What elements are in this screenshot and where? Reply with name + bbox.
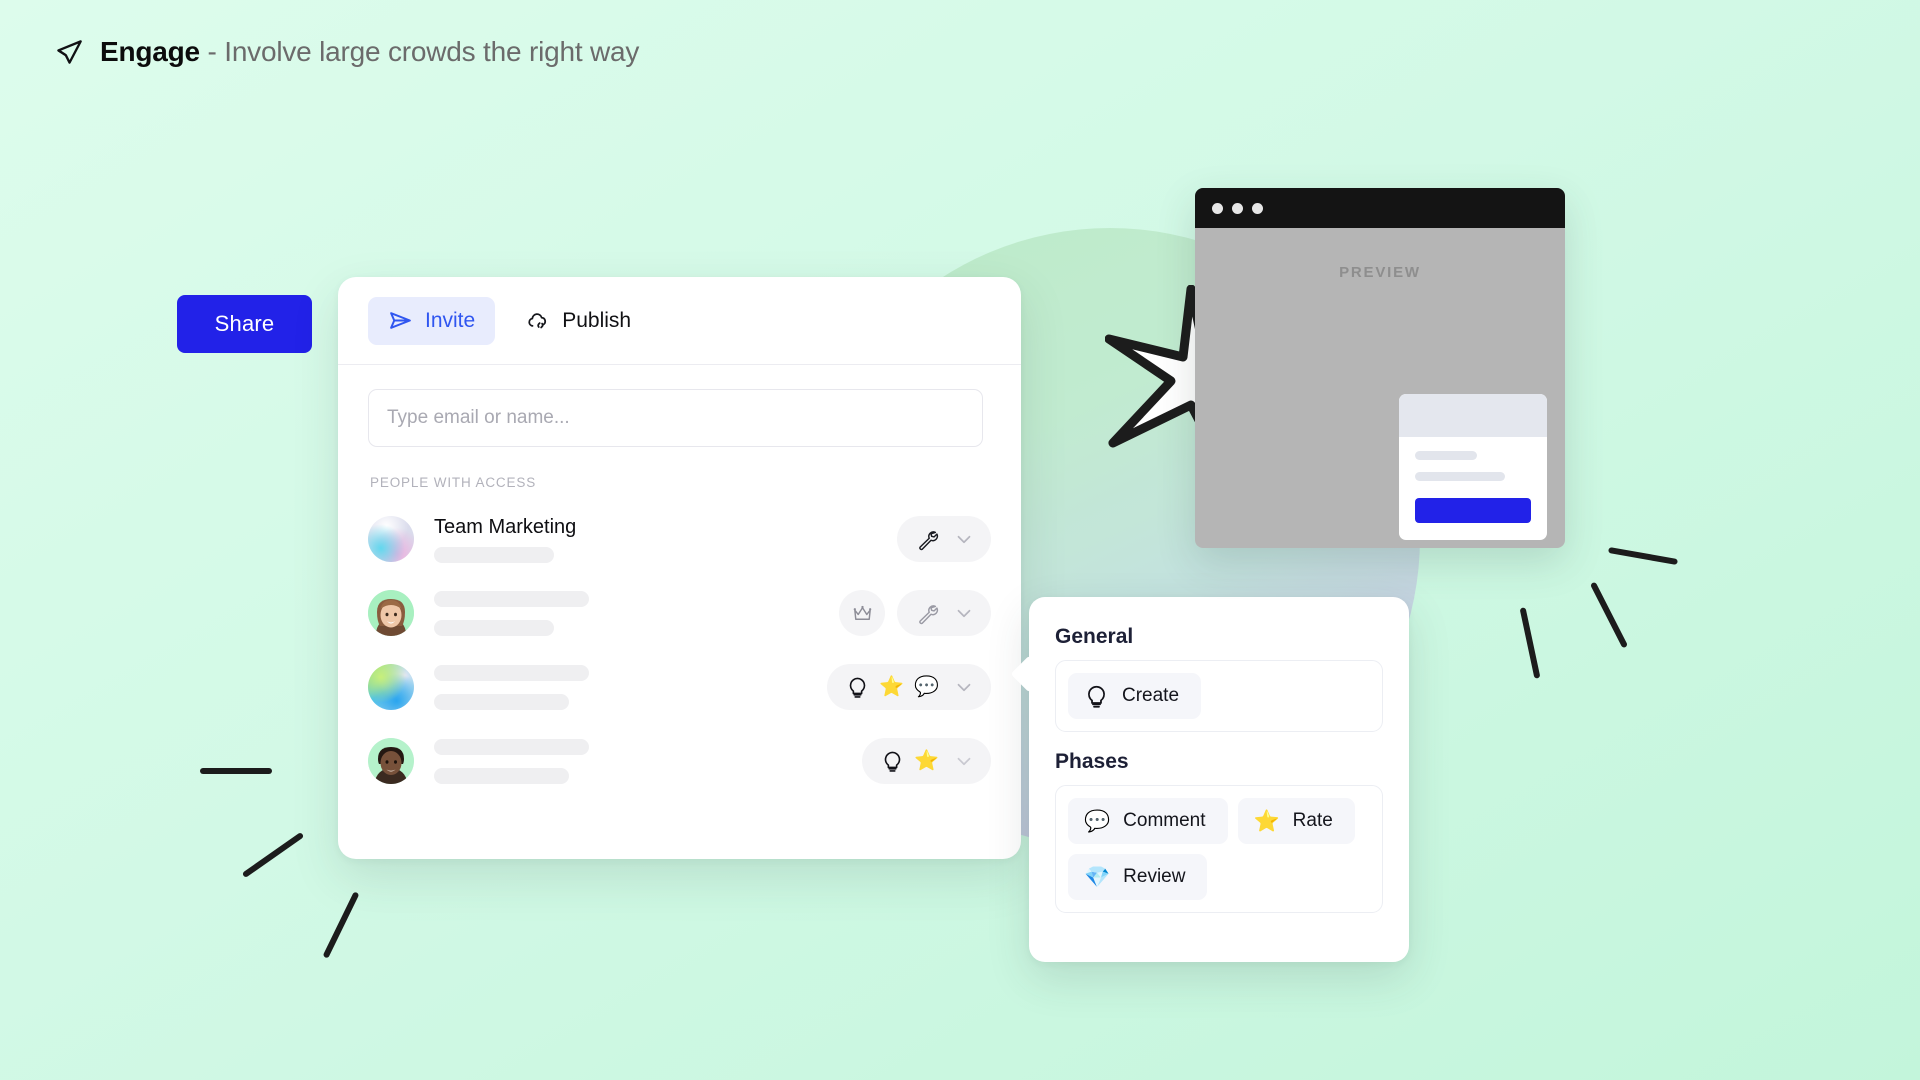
- star-icon: ⭐: [1253, 809, 1280, 833]
- dialog-body: People with access Team Marketing: [338, 365, 1021, 798]
- preview-card-header: [1399, 394, 1547, 437]
- doodle-dash-right-3: [1519, 607, 1541, 679]
- preview-card: [1399, 394, 1547, 540]
- permission-chip[interactable]: [897, 590, 991, 636]
- chevron-down-icon: [957, 609, 971, 618]
- avatar: [368, 590, 414, 636]
- doodle-dash-right-2: [1589, 581, 1629, 649]
- preview-card-body: [1399, 437, 1547, 523]
- wrench-icon: [919, 604, 939, 624]
- permission-option-label: Create: [1122, 685, 1180, 706]
- permission-option-rate[interactable]: ⭐ Rate: [1237, 798, 1355, 844]
- permission-option-label: Comment: [1123, 810, 1206, 831]
- gem-icon: 💎: [1084, 865, 1111, 889]
- permission-option-create[interactable]: Create: [1068, 673, 1202, 719]
- permission-option-review[interactable]: 💎 Review: [1068, 854, 1208, 900]
- window-dot-close[interactable]: [1212, 202, 1223, 214]
- page-header: Engage - Involve large crowds the right …: [52, 32, 639, 72]
- lightbulb-icon: [884, 751, 901, 772]
- permission-option-label: Review: [1123, 866, 1186, 887]
- chevron-down-icon: [957, 535, 971, 544]
- preview-label: PREVIEW: [1339, 264, 1421, 281]
- avatar: [368, 516, 414, 562]
- tab-publish[interactable]: Publish: [505, 297, 651, 345]
- person-info: [434, 738, 862, 784]
- invite-email-input[interactable]: [368, 389, 983, 447]
- person-name: Team Marketing: [434, 516, 577, 538]
- skeleton-line: [434, 619, 554, 636]
- tab-invite[interactable]: Invite: [368, 296, 496, 345]
- avatar: [368, 664, 414, 710]
- skeleton-line: [434, 664, 589, 681]
- skeleton-line: [1415, 451, 1477, 460]
- preview-cta-button[interactable]: [1415, 498, 1531, 523]
- page-title: Engage - Involve large crowds the right …: [100, 35, 639, 69]
- wrench-icon: [919, 530, 939, 550]
- skeleton-line: [434, 590, 589, 607]
- dialog-tab-bar: Invite Publish: [338, 277, 1021, 365]
- row-controls: [839, 590, 991, 636]
- skeleton-line: [434, 738, 589, 755]
- lightbulb-icon: [1088, 685, 1105, 708]
- doodle-dash-left-2: [241, 831, 305, 879]
- avatar: [368, 738, 414, 784]
- preview-body: PREVIEW: [1195, 228, 1565, 548]
- window-dot-minimize[interactable]: [1232, 202, 1243, 214]
- row-controls: ⭐ 💬: [827, 664, 991, 710]
- skeleton-line: [1415, 472, 1505, 481]
- row-controls: [897, 516, 991, 562]
- table-row[interactable]: Team Marketing: [368, 502, 991, 576]
- permission-option-label: Rate: [1292, 810, 1333, 831]
- brand-tagline: - Involve large crowds the right way: [207, 36, 640, 67]
- speech-bubble-icon: 💬: [1084, 809, 1111, 833]
- preview-window: PREVIEW: [1195, 188, 1565, 548]
- send-icon: [390, 312, 411, 329]
- permissions-popover: General Create Phases 💬 Comment ⭐ Rate 💎…: [1029, 597, 1409, 962]
- window-dot-maximize[interactable]: [1252, 202, 1263, 214]
- permission-chip[interactable]: [897, 516, 991, 562]
- skeleton-line: [434, 767, 569, 784]
- phases-heading: Phases: [1055, 750, 1129, 773]
- skeleton-line: [434, 693, 569, 710]
- chevron-down-icon: [957, 757, 971, 766]
- doodle-dash-left-1: [200, 768, 272, 774]
- window-titlebar: [1195, 188, 1565, 228]
- row-controls: ⭐: [862, 738, 991, 784]
- chevron-down-icon: [957, 683, 971, 692]
- speech-bubble-icon: 💬: [914, 676, 939, 698]
- phases-options-group: 💬 Comment ⭐ Rate 💎 Review: [1055, 785, 1383, 913]
- lightbulb-icon: [849, 677, 866, 698]
- people-with-access-label: People with access: [370, 475, 537, 490]
- megaphone-icon: [57, 40, 82, 64]
- general-options-group: Create: [1055, 660, 1383, 732]
- table-row[interactable]: ⭐: [368, 724, 991, 798]
- star-icon: ⭐: [914, 750, 939, 772]
- skeleton-line: [434, 547, 554, 563]
- doodle-dash-left-3: [322, 891, 360, 959]
- doodle-dash-right-1: [1608, 546, 1678, 566]
- permission-option-comment[interactable]: 💬 Comment: [1068, 798, 1228, 844]
- avatar-photo-woman: [368, 590, 414, 636]
- tab-invite-label: Invite: [425, 308, 476, 332]
- cloud-link-icon: [528, 313, 547, 329]
- brand-name: Engage: [100, 36, 200, 67]
- share-button[interactable]: Share: [177, 295, 312, 353]
- crown-icon: [853, 605, 871, 620]
- table-row[interactable]: [368, 576, 991, 650]
- person-info: [434, 590, 839, 636]
- permission-chip[interactable]: ⭐: [862, 738, 991, 784]
- person-info: [434, 664, 827, 710]
- tab-publish-label: Publish: [562, 308, 632, 332]
- general-heading: General: [1055, 625, 1134, 648]
- share-dialog: Invite Publish People with access Team M…: [338, 277, 1021, 859]
- star-icon: ⭐: [879, 676, 905, 698]
- owner-crown-badge[interactable]: [839, 590, 885, 636]
- permission-chip[interactable]: ⭐ 💬: [827, 664, 991, 710]
- table-row[interactable]: ⭐ 💬: [368, 650, 991, 724]
- avatar-photo-man: [368, 738, 414, 784]
- person-info: Team Marketing: [434, 515, 897, 563]
